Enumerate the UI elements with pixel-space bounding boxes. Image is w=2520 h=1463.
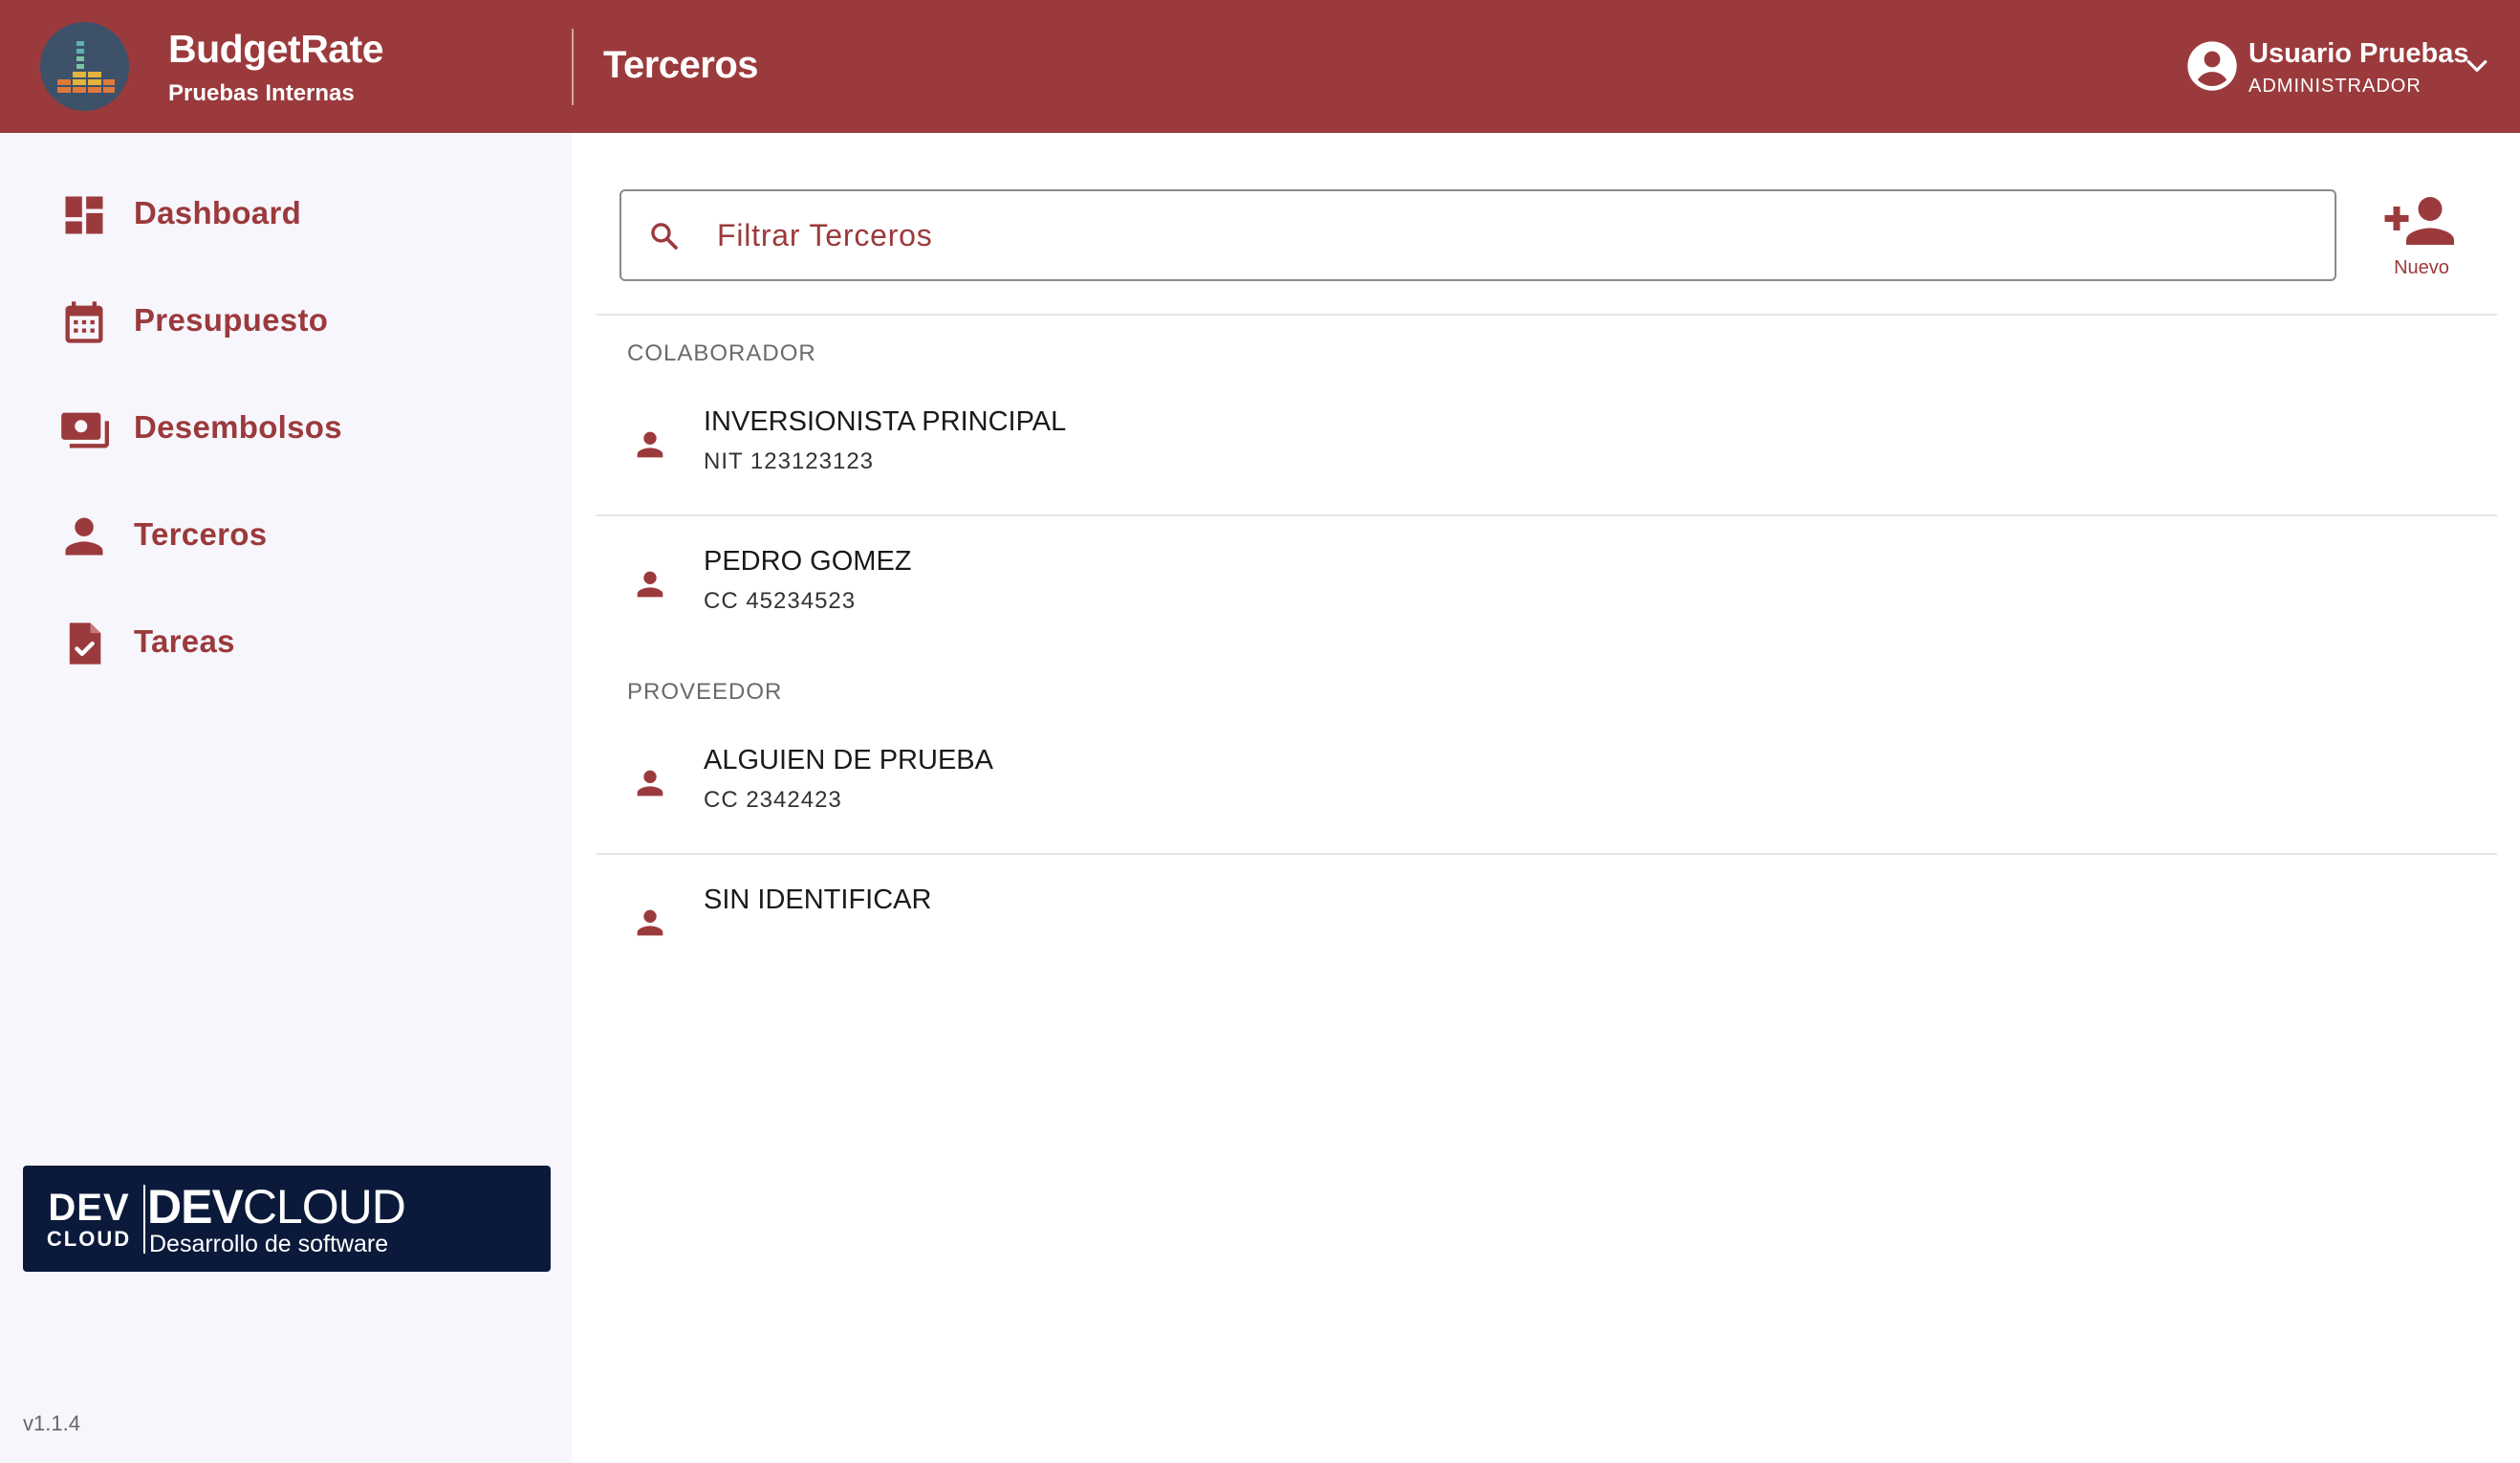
app-version: v1.1.4: [23, 1411, 80, 1435]
devcloud-separator: [143, 1185, 145, 1254]
search-field[interactable]: [619, 189, 2336, 281]
user-menu[interactable]: Usuario Pruebas ADMINISTRADOR: [2185, 38, 2501, 105]
sidebar-item-dashboard[interactable]: Dashboard: [29, 171, 545, 257]
sidebar-item-terceros[interactable]: Terceros: [29, 492, 545, 579]
devcloud-subtitle: Desarrollo de software: [149, 1231, 389, 1257]
sidebar-item-tareas[interactable]: Tareas: [29, 600, 545, 686]
sidebar-item-label: Tareas: [134, 623, 235, 659]
devcloud-title: DEVCLOUD: [147, 1179, 406, 1234]
sidebar-item-label: Terceros: [134, 516, 268, 552]
search-icon: [651, 223, 678, 250]
bar-chart-logo-icon: [57, 41, 115, 93]
sidebar-item-presupuesto[interactable]: Presupuesto: [29, 278, 545, 364]
dashboard-icon: [65, 196, 103, 234]
sidebar-item-label: Desembolsos: [134, 409, 342, 445]
devcloud-logo-cloud: CLOUD: [46, 1227, 132, 1251]
item-id: CC 2342423: [704, 787, 842, 813]
app-name: BudgetRate: [168, 27, 384, 71]
item-name: PEDRO GOMEZ: [704, 546, 912, 577]
app-subtitle: Pruebas Internas: [168, 80, 355, 106]
item-id: NIT 123123123: [704, 448, 875, 474]
divider: [597, 314, 2497, 316]
user-name: Usuario Pruebas: [2248, 38, 2469, 69]
user-role: ADMINISTRADOR: [2248, 76, 2422, 97]
header-divider: [572, 29, 574, 105]
group-header-proveedor: PROVEEDOR: [627, 679, 783, 705]
person-icon: [637, 770, 663, 797]
devcloud-title-rest: CLOUD: [242, 1180, 406, 1234]
page-title: Terceros: [603, 44, 759, 86]
person-icon: [637, 909, 663, 936]
list-item[interactable]: ALGUIEN DE PRUEBA CC 2342423: [597, 728, 2497, 833]
new-tercero-label: Nuevo: [2394, 257, 2449, 278]
main-content: Nuevo COLABORADOR INVERSIONISTA PRINCIPA…: [572, 133, 2520, 1463]
person-add-icon: [2384, 197, 2454, 245]
app-logo[interactable]: [40, 22, 129, 111]
group-header-colaborador: COLABORADOR: [627, 340, 816, 366]
sidebar-item-label: Dashboard: [134, 195, 302, 230]
devcloud-logo: DEV CLOUD: [44, 1189, 134, 1250]
item-id: CC 45234523: [704, 588, 857, 614]
new-tercero-button[interactable]: Nuevo: [2375, 192, 2468, 288]
account-circle-icon: [2187, 41, 2237, 91]
chevron-down-icon[interactable]: [2463, 52, 2491, 80]
devcloud-banner[interactable]: DEV CLOUD DEVCLOUD Desarrollo de softwar…: [23, 1166, 551, 1272]
divider: [597, 514, 2497, 516]
item-name: INVERSIONISTA PRINCIPAL: [704, 406, 1067, 437]
calendar-icon: [65, 301, 103, 343]
sidebar-item-label: Presupuesto: [134, 302, 329, 338]
task-icon: [69, 622, 101, 665]
search-input[interactable]: [717, 210, 2294, 260]
list-item[interactable]: PEDRO GOMEZ CC 45234523: [597, 529, 2497, 634]
app-header: BudgetRate Pruebas Internas Terceros Usu…: [0, 0, 2520, 133]
devcloud-title-bold: DEV: [147, 1180, 244, 1234]
money-icon: [61, 412, 109, 448]
item-name: SIN IDENTIFICAR: [704, 884, 932, 915]
item-name: ALGUIEN DE PRUEBA: [704, 745, 993, 775]
divider: [597, 853, 2497, 855]
list-item[interactable]: INVERSIONISTA PRINCIPAL NIT 123123123: [597, 389, 2497, 494]
person-icon: [65, 517, 103, 556]
devcloud-logo-dev: DEV: [48, 1187, 130, 1229]
person-icon: [637, 571, 663, 598]
person-icon: [637, 431, 663, 458]
sidebar-item-desembolsos[interactable]: Desembolsos: [29, 385, 545, 471]
list-item[interactable]: SIN IDENTIFICAR: [597, 867, 2497, 972]
sidebar: Dashboard Presupuesto Desembolsos Tercer…: [0, 133, 572, 1463]
